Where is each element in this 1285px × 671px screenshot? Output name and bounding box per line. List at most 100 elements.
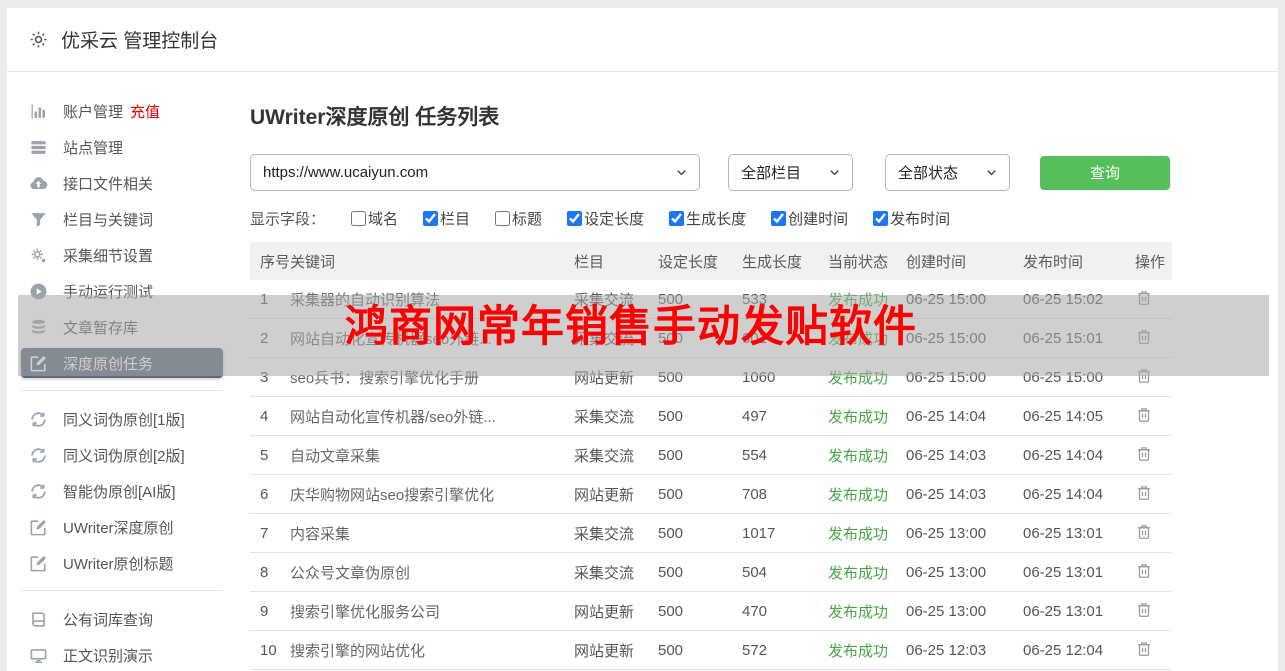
cell-gen_len: 601 bbox=[742, 329, 768, 347]
cloud-upload-icon bbox=[29, 174, 48, 193]
sidebar-item[interactable]: 栏目与关键词 bbox=[21, 204, 223, 234]
sidebar-item[interactable]: 站点管理 bbox=[21, 132, 223, 162]
table-row: 5 自动文章采集 采集交流 500 554 发布成功 06-25 14:03 06-25 14… bbox=[250, 436, 1172, 475]
trash-icon[interactable] bbox=[1135, 327, 1153, 346]
trash-icon[interactable] bbox=[1135, 561, 1153, 580]
checkbox-input[interactable] bbox=[567, 211, 583, 226]
cell-created: 06-25 12:03 bbox=[906, 641, 987, 659]
cell-no: 10 bbox=[260, 641, 277, 659]
cell-status: 发布成功 bbox=[828, 525, 889, 543]
cell-keyword: 搜索引擎的网站优化 bbox=[290, 642, 426, 660]
sidebar-item-label: 文章暂存库 bbox=[63, 319, 139, 337]
sidebar-item-label: 栏目与关键词 bbox=[63, 211, 154, 229]
sidebar-item[interactable]: 公有词库查询 bbox=[21, 604, 223, 634]
sidebar-item[interactable]: 同义词伪原创[1版] bbox=[21, 404, 223, 434]
sidebar-item-label: 公有词库查询 bbox=[63, 611, 154, 629]
query-button[interactable]: 查询 bbox=[1040, 155, 1170, 190]
database-icon bbox=[29, 318, 48, 337]
trash-icon[interactable] bbox=[1135, 288, 1153, 307]
cell-created: 06-25 15:00 bbox=[906, 290, 987, 308]
field-checkbox[interactable]: 设定长度 bbox=[567, 208, 644, 229]
cell-keyword: 自动文章采集 bbox=[290, 447, 381, 465]
sidebar-item[interactable]: 同义词伪原创[2版] bbox=[21, 440, 223, 470]
cell-gen_len: 554 bbox=[742, 446, 768, 464]
field-checkbox[interactable]: 生成长度 bbox=[669, 208, 746, 229]
cell-status: 发布成功 bbox=[828, 564, 889, 582]
cell-keyword: seo兵书：搜索引擎优化手册 bbox=[290, 369, 480, 387]
cell-set_len: 500 bbox=[658, 563, 684, 581]
sidebar-item[interactable]: 文章暂存库 bbox=[21, 312, 223, 342]
checkbox-input[interactable] bbox=[423, 211, 439, 226]
sidebar-item[interactable]: 正文识别演示 bbox=[21, 640, 223, 670]
cell-action bbox=[1135, 639, 1172, 662]
trash-icon[interactable] bbox=[1135, 444, 1153, 463]
content-area: 账户管理 充值 站点管理接口文件相关栏目与关键词采集细节设置 手动运行测试文章暂存库深… bbox=[7, 72, 1278, 671]
sidebar-divider bbox=[21, 590, 223, 591]
cell-created: 06-25 14:04 bbox=[906, 407, 987, 425]
cell-status: 发布成功 bbox=[828, 330, 889, 348]
cell-no: 6 bbox=[260, 485, 269, 503]
cell-created: 06-25 14:03 bbox=[906, 485, 987, 503]
field-checkbox[interactable]: 标题 bbox=[495, 208, 542, 229]
sidebar-item[interactable]: 手动运行测试 bbox=[21, 276, 223, 306]
checkbox-label: 栏目 bbox=[440, 211, 471, 228]
sidebar-item[interactable]: UWriter原创标题 bbox=[21, 548, 223, 578]
cell-column: 网站更新 bbox=[574, 369, 635, 387]
cell-column: 采集交流 bbox=[574, 291, 635, 309]
sidebar-item-label: 同义词伪原创[2版] bbox=[63, 447, 185, 465]
trash-icon[interactable] bbox=[1135, 366, 1153, 385]
checkbox-input[interactable] bbox=[351, 211, 367, 226]
cell-created: 06-25 15:00 bbox=[906, 329, 987, 347]
trash-icon[interactable] bbox=[1135, 405, 1153, 424]
checkbox-input[interactable] bbox=[669, 211, 685, 226]
recharge-badge: 充值 bbox=[130, 103, 161, 121]
field-checkbox[interactable]: 栏目 bbox=[423, 208, 470, 229]
trash-icon[interactable] bbox=[1135, 600, 1153, 619]
cell-column: 采集交流 bbox=[574, 408, 635, 426]
cell-created: 06-25 14:03 bbox=[906, 446, 987, 464]
site-select[interactable]: https://www.ucaiyun.com bbox=[250, 154, 700, 191]
trash-icon[interactable] bbox=[1135, 483, 1153, 502]
status-select[interactable]: 全部状态 bbox=[885, 154, 1010, 191]
sidebar-item-label: 智能伪原创[AI版] bbox=[63, 483, 176, 501]
field-checkbox[interactable]: 域名 bbox=[351, 208, 398, 229]
column-header: 关键词 bbox=[290, 253, 336, 271]
sidebar-item[interactable]: 采集细节设置 bbox=[21, 240, 223, 270]
main-panel: UWriter深度原创 任务列表 https://www.ucaiyun.com… bbox=[243, 72, 1278, 671]
column-select[interactable]: 全部栏目 bbox=[728, 154, 853, 191]
cell-gen_len: 1060 bbox=[742, 368, 776, 386]
chart-bar-icon bbox=[29, 102, 48, 121]
sidebar-item[interactable]: UWriter深度原创 bbox=[21, 512, 223, 542]
checkbox-label: 设定长度 bbox=[584, 211, 645, 228]
cell-status: 发布成功 bbox=[828, 603, 889, 621]
column-header: 当前状态 bbox=[828, 253, 889, 271]
sidebar-item-label: 深度原创任务 bbox=[63, 355, 154, 373]
cell-gen_len: 572 bbox=[742, 641, 768, 659]
sidebar-item[interactable]: 智能伪原创[AI版] bbox=[21, 476, 223, 506]
sidebar-item[interactable]: 接口文件相关 bbox=[21, 168, 223, 198]
cell-set_len: 500 bbox=[658, 485, 684, 503]
sites-icon bbox=[29, 138, 48, 157]
sidebar-item[interactable]: 账户管理 充值 bbox=[21, 96, 223, 126]
sidebar-item[interactable]: 深度原创任务 bbox=[21, 348, 223, 378]
checkbox-input[interactable] bbox=[873, 211, 889, 226]
field-checkbox[interactable]: 创建时间 bbox=[771, 208, 848, 229]
display-fields-label: 显示字段： bbox=[250, 211, 326, 228]
app-title: 优采云 管理控制台 bbox=[61, 31, 219, 52]
cell-column: 采集交流 bbox=[574, 564, 635, 582]
cell-set_len: 500 bbox=[658, 641, 684, 659]
checkbox-input[interactable] bbox=[495, 211, 511, 226]
checkbox-label: 标题 bbox=[512, 211, 543, 228]
field-checkbox[interactable]: 发布时间 bbox=[873, 208, 950, 229]
cell-action bbox=[1135, 405, 1172, 428]
table-body: 1 采集器的自动识别算法 采集交流 500 533 发布成功 06-25 15:00 06-2… bbox=[250, 280, 1172, 670]
checkbox-input[interactable] bbox=[771, 211, 787, 226]
trash-icon[interactable] bbox=[1135, 522, 1153, 541]
chevron-down-icon bbox=[984, 165, 999, 180]
trash-icon[interactable] bbox=[1135, 639, 1153, 658]
cell-action bbox=[1135, 561, 1172, 584]
cell-gen_len: 504 bbox=[742, 563, 768, 581]
table-row: 10 搜索引擎的网站优化 网站更新 500 572 发布成功 06-25 12:03 06-2… bbox=[250, 631, 1172, 670]
cell-gen_len: 470 bbox=[742, 602, 768, 620]
cell-status: 发布成功 bbox=[828, 447, 889, 465]
